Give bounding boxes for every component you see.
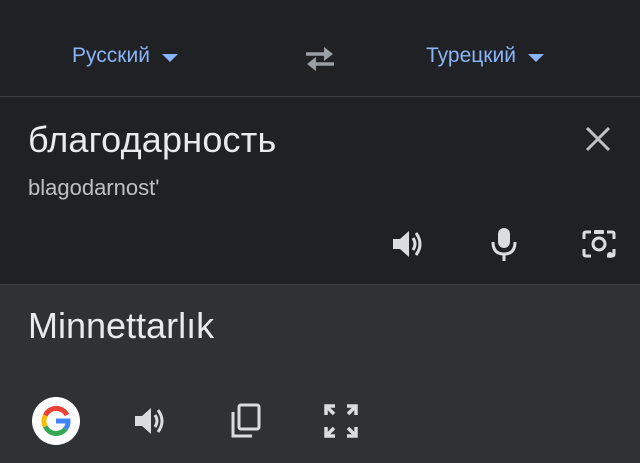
source-input-panel: благодарность blagodarnost' xyxy=(0,97,640,285)
translated-text: Minnettarlık xyxy=(28,305,215,346)
microphone-icon xyxy=(490,226,518,262)
voice-input-button[interactable] xyxy=(482,222,526,266)
clear-text-button[interactable] xyxy=(578,119,618,159)
camera-input-button[interactable] xyxy=(577,222,621,266)
google-logo-icon xyxy=(40,405,72,437)
target-language-label: Турецкий xyxy=(426,44,516,67)
close-icon xyxy=(584,125,612,153)
copy-icon xyxy=(228,403,262,439)
transliteration-text: blagodarnost' xyxy=(28,175,160,200)
source-text[interactable]: благодарность xyxy=(28,119,276,161)
listen-translation-button[interactable] xyxy=(128,399,172,443)
fullscreen-button[interactable] xyxy=(319,399,363,443)
listen-source-button[interactable] xyxy=(386,222,430,266)
chevron-down-icon xyxy=(161,54,178,62)
copy-translation-button[interactable] xyxy=(223,399,267,443)
camera-icon xyxy=(581,227,617,261)
language-bar: Русский Турецкий xyxy=(0,0,640,97)
source-language-selector[interactable]: Русский xyxy=(72,40,178,72)
swap-languages-button[interactable] xyxy=(300,38,340,78)
swap-arrows-icon xyxy=(302,44,338,72)
google-button[interactable] xyxy=(32,397,80,445)
speaker-icon xyxy=(132,405,168,437)
target-language-selector[interactable]: Турецкий xyxy=(426,40,544,72)
translation-output-panel: Minnettarlık xyxy=(0,285,640,463)
fullscreen-icon xyxy=(323,403,359,439)
chevron-down-icon xyxy=(527,54,544,62)
source-language-label: Русский xyxy=(72,44,150,67)
speaker-icon xyxy=(390,228,426,260)
